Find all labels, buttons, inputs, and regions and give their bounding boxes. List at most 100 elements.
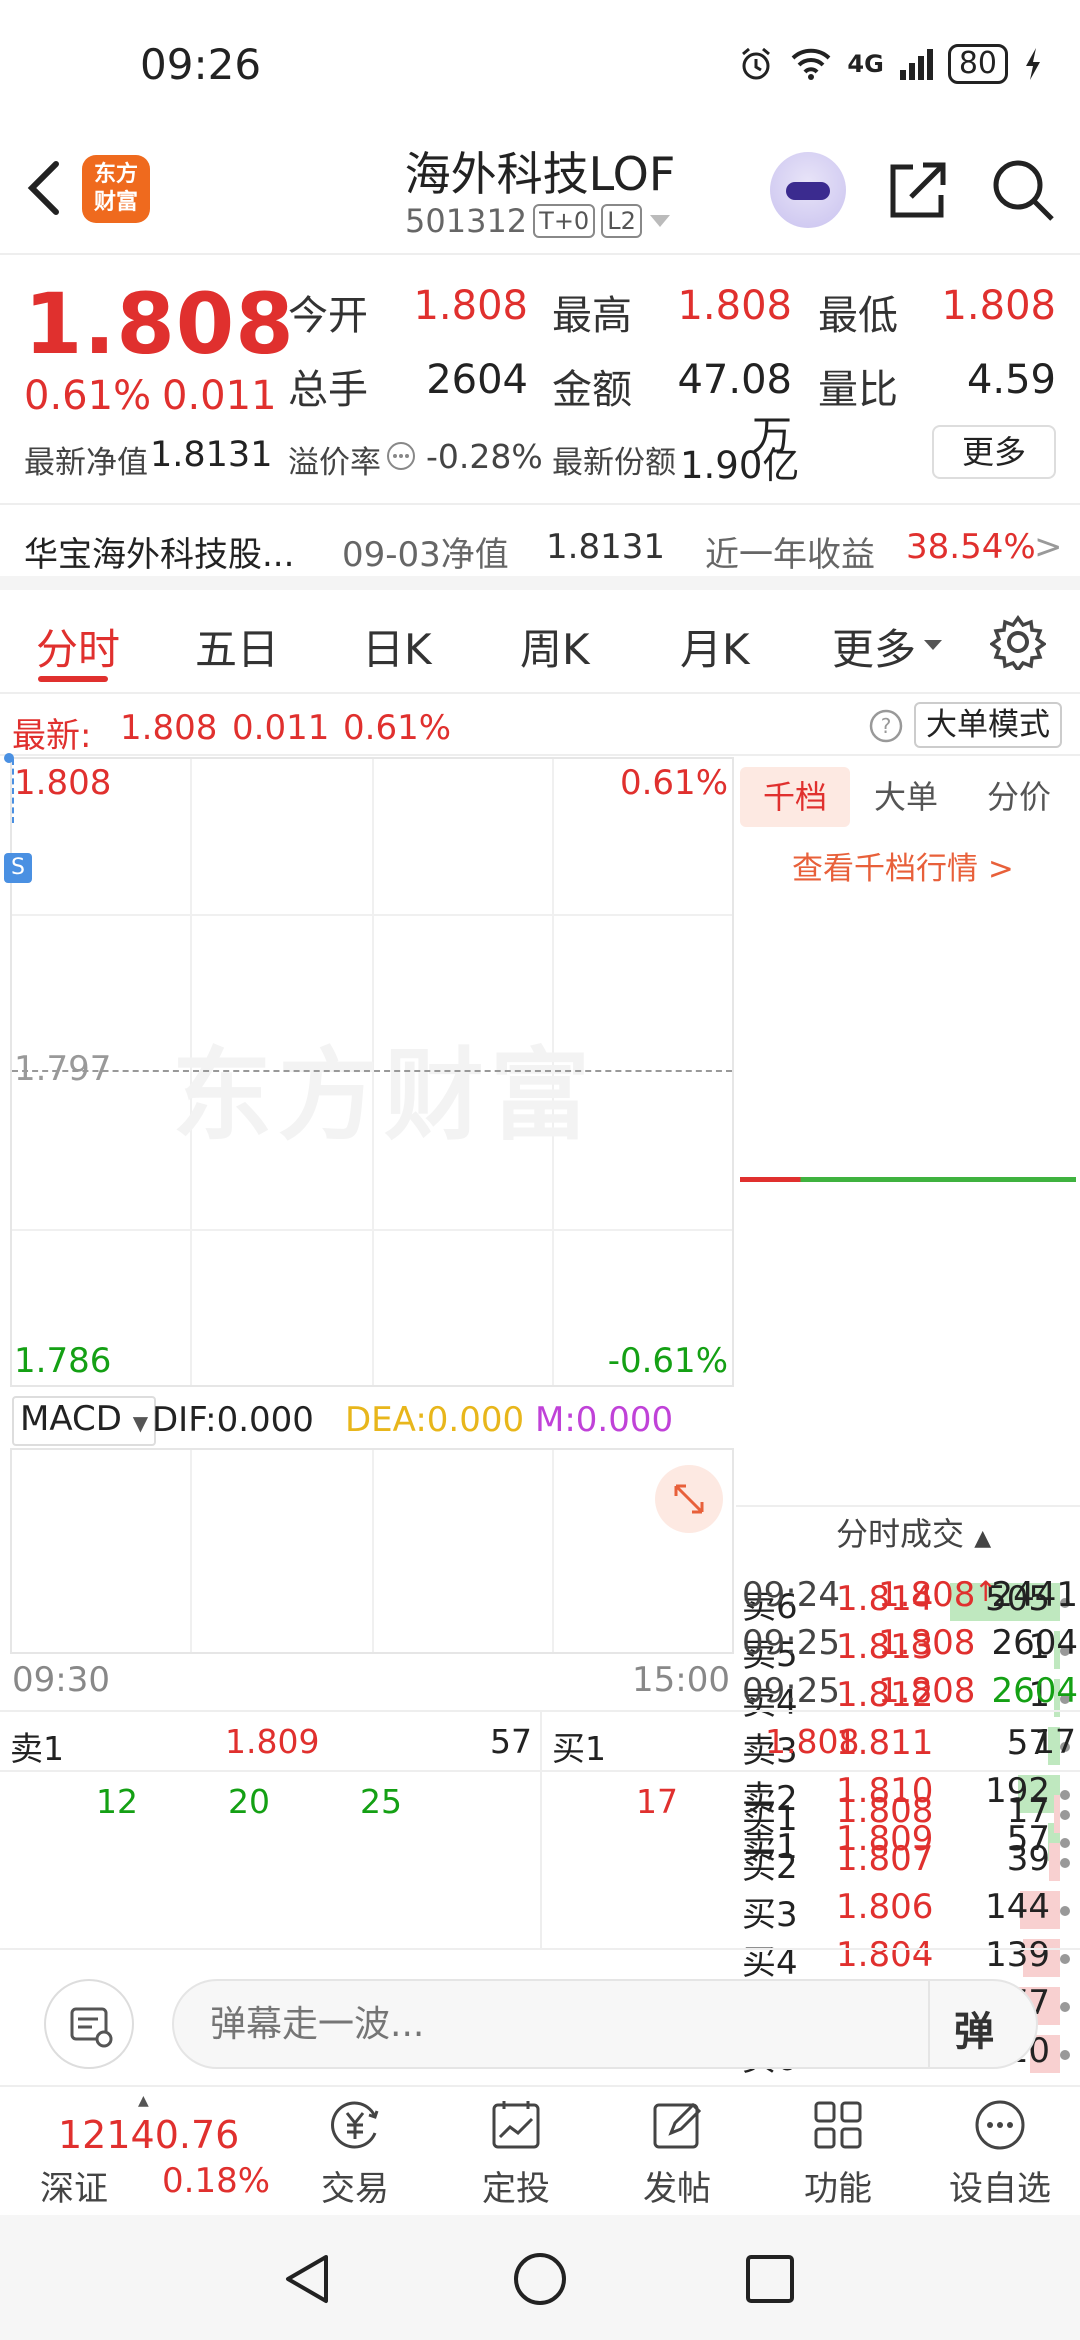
status-time: 09:26 [140, 40, 262, 89]
book-tab-qiandang[interactable]: 千档 [740, 767, 850, 827]
trade-time: 09:25 [742, 1623, 840, 1663]
trade-price: 1.808 [878, 1671, 976, 1711]
help-icon[interactable]: ? [868, 708, 904, 744]
buy1-label: 买1 [552, 1729, 606, 1768]
trades-title[interactable]: 分时成交 ▲ [836, 1509, 991, 1555]
macd-row: MACD ▼ DIF:0.000 DEA:0.000 M:0.000 [10, 1390, 734, 1448]
book-tab-price-dist[interactable]: 分价 [966, 767, 1072, 827]
robot-assistant-avatar[interactable] [770, 152, 846, 228]
intraday-chart[interactable]: 东方财富 S 1.808 0.61% 1.797 1.786 -0.61% [4, 753, 734, 1387]
system-recents-icon[interactable] [744, 2253, 796, 2305]
system-home-icon[interactable] [512, 2251, 568, 2307]
low-value: 1.808 [941, 283, 1056, 329]
nav-post[interactable]: 发帖 [617, 2097, 737, 2210]
sell1-vol: 57 [490, 1722, 532, 1761]
caret-up-icon: ▲ [138, 2093, 149, 2109]
axis-bottom-price: 1.786 [14, 1341, 112, 1381]
nav-functions[interactable]: 功能 [778, 2097, 898, 2210]
system-nav-bar [0, 2215, 1080, 2340]
danmu-send-button[interactable]: 弹 [954, 1999, 994, 2057]
low-label: 最低 [818, 293, 898, 339]
tab-five-day[interactable]: 五日 [195, 616, 279, 677]
search-icon[interactable] [988, 155, 1058, 225]
axis-top-pct: 0.61% [619, 763, 728, 803]
grid-line [12, 1229, 732, 1231]
signal-icon [899, 49, 933, 80]
info-dots-icon[interactable] [386, 441, 416, 471]
column-divider [540, 1712, 542, 1948]
macd-dea: DEA:0.000 [345, 1400, 525, 1440]
nav-trade[interactable]: 交易 [295, 2097, 415, 2210]
fund-name: 华宝海外科技股... [24, 535, 295, 575]
dropdown-triangle-icon[interactable] [648, 213, 672, 229]
book-tab-big-order[interactable]: 大单 [856, 767, 956, 827]
system-back-icon[interactable] [282, 2251, 332, 2307]
sell1-label: 卖1 [10, 1729, 64, 1768]
index-ticker[interactable]: ▲ 12140.76 深证 0.18% [10, 2087, 310, 2212]
trades-title-text: 分时成交 [836, 1515, 965, 1553]
order-book: 千档 大单 分价 查看千档行情 > 卖6 1.814 505 卖5 1.813 1 卖4 1.… [736, 757, 1080, 2079]
danmu-input[interactable] [172, 1979, 1038, 2069]
trade-volume: 2604 [991, 1671, 1078, 1711]
high-value: 1.808 [677, 283, 792, 329]
more-button[interactable]: 更多 [932, 425, 1056, 479]
nav-value: 1.8131 [150, 435, 273, 475]
s-marker[interactable]: S [4, 853, 32, 883]
nav-watchlist[interactable]: 设自选 [940, 2097, 1060, 2210]
open-value: 1.808 [413, 283, 528, 329]
sell-order-3: 25 [360, 1782, 402, 1821]
fund-info-row[interactable]: 华宝海外科技股... 09-03净值 1.8131 近一年收益 38.54% > [0, 505, 1080, 590]
network-type: 4G [847, 50, 884, 78]
watermark: 东方财富 [172, 1037, 596, 1154]
latest-label: 最新: [12, 716, 92, 756]
indicator-select[interactable]: MACD ▼ [12, 1396, 157, 1446]
change-value: 0.011 [162, 373, 277, 419]
book-divider [740, 1177, 1076, 1182]
stock-header: 东方 财富 海外科技LOF 501312 T+0 L2 [0, 130, 1080, 255]
expand-icon[interactable] [654, 1464, 724, 1534]
nav-trade-label: 交易 [321, 2169, 389, 2209]
row-divider [0, 1770, 1080, 1772]
premium-label: 溢价率 [288, 445, 381, 481]
active-tab-indicator [38, 676, 108, 682]
status-bar: 09:26 4G 80 [0, 0, 1080, 130]
share-icon[interactable] [883, 155, 953, 225]
nav-label: 最新净值 [24, 445, 148, 481]
stock-code-row[interactable]: 501312 T+0 L2 [405, 202, 672, 240]
grid-line [190, 1450, 192, 1652]
tab-monthly-k[interactable]: 月K [680, 616, 750, 677]
macd-chart[interactable] [10, 1448, 734, 1654]
index-pct: 0.18% [162, 2161, 271, 2201]
charging-icon [1026, 48, 1040, 80]
view-depth-link[interactable]: 查看千档行情 > [792, 843, 1014, 888]
change-pct: 0.61% [24, 373, 152, 419]
trade-price: 1.808 [878, 1623, 976, 1663]
grid-line [12, 914, 732, 916]
caret-down-icon [924, 640, 942, 650]
tab-daily-k[interactable]: 日K [362, 616, 432, 677]
yen-cycle-icon [331, 2101, 379, 2149]
volume-ratio-label: 量比 [818, 367, 898, 413]
trade-time: 09:25 [742, 1671, 840, 1711]
indicator-label: MACD [20, 1399, 122, 1439]
trade-row: 09:24 1.808 ↑ 2441 [736, 1575, 1080, 1623]
nav-invest[interactable]: 定投 [456, 2097, 576, 2210]
tab-weekly-k[interactable]: 周K [520, 616, 590, 677]
tab-intraday[interactable]: 分时 [36, 616, 120, 677]
big-order-mode-button[interactable]: 大单模式 [914, 702, 1062, 748]
battery-level: 80 [947, 44, 1008, 84]
tab-more[interactable]: 更多 [832, 616, 916, 677]
high-label: 最高 [552, 293, 632, 339]
latest-change: 0.011 [232, 708, 330, 748]
settings-gear-icon[interactable] [990, 614, 1046, 670]
trade-time: 09:24 [742, 1575, 840, 1615]
wifi-icon [792, 48, 831, 80]
macd-dif: DIF:0.000 [152, 1400, 314, 1440]
volume-ratio-value: 4.59 [966, 357, 1056, 403]
shares-value: 1.90亿 [680, 444, 800, 487]
danmu-list-button[interactable] [44, 1979, 134, 2069]
input-divider [928, 1979, 930, 2069]
tag-t0: T+0 [533, 204, 596, 238]
shares-label: 最新份额 [552, 445, 676, 481]
axis-top-price: 1.808 [14, 763, 112, 803]
